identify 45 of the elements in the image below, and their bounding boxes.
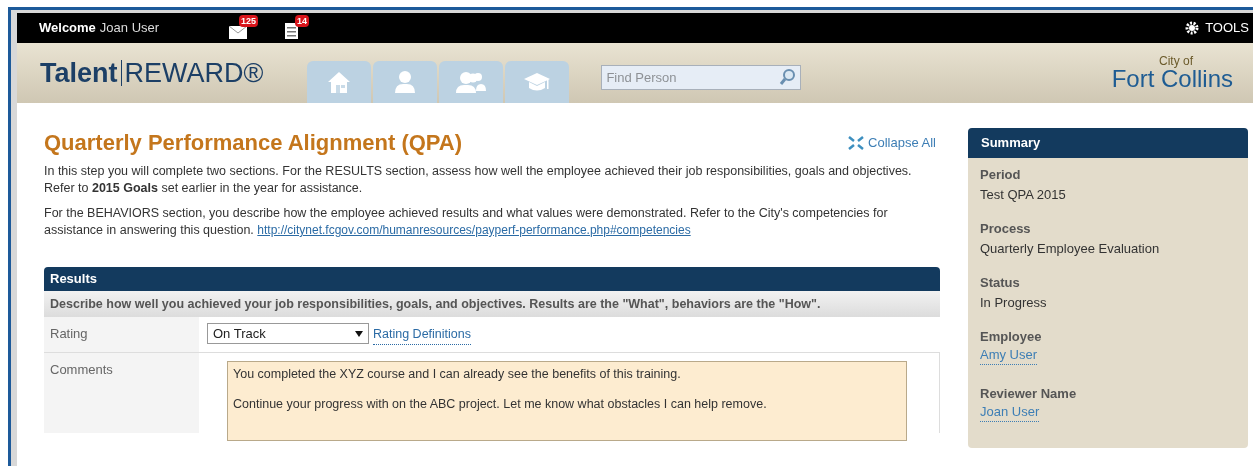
person-icon	[394, 70, 417, 94]
nav-tab[interactable]	[307, 61, 372, 103]
summary-link[interactable]: Amy User	[980, 346, 1038, 365]
gear-icon	[1185, 21, 1200, 35]
brand-logo-light: REWARD®	[124, 56, 264, 90]
count-badge: 14	[295, 15, 310, 27]
summary-header: Summary	[968, 128, 1248, 158]
user-name: Joan User	[99, 19, 160, 38]
nav-tab[interactable]	[505, 61, 570, 103]
clipboard-icon	[285, 22, 299, 39]
comments-textarea[interactable]: You completed the XYZ course and I can already see the benefits of this training. Continue your progress with on the ABC project. Let me know what obstacles I can help remove.	[227, 361, 907, 441]
summary-label: Period	[980, 166, 1021, 184]
search-icon[interactable]	[779, 67, 798, 86]
summary-value: In Progress	[980, 294, 1047, 312]
summary-label: Status	[980, 274, 1020, 292]
brand-logo-bold: Talent	[40, 56, 118, 90]
logo-subtitle: City of	[1159, 55, 1193, 67]
section-description: Describe how well you achieved your job responsibilities, goals, and objectives. Results are the "What", behaviors are the "How".	[44, 291, 940, 317]
group-icon	[456, 70, 487, 94]
rating-dropdown[interactable]: On Track	[207, 323, 369, 344]
collapse-all-link[interactable]: Collapse All	[848, 132, 936, 153]
field-label: Comments	[44, 353, 199, 433]
instruction-paragraph: In this step you will complete two sections. For the RESULTS section, assess how well the employee achieved their job responsibilities, goals and objectives. Refer to 2015 Goals set earlier in the year for assistance.	[44, 163, 913, 197]
page-title: Quarterly Performance Alignment (QPA)	[44, 129, 463, 157]
city-logo: Fort Collins	[1111, 67, 1233, 91]
nav-tab[interactable]	[439, 61, 504, 103]
welcome-text: Welcome	[39, 19, 96, 38]
summary-link[interactable]: Joan User	[980, 403, 1040, 422]
summary-value: Test QPA 2015	[980, 186, 1066, 204]
caret-icon	[355, 330, 363, 337]
summary-value: Quarterly Employee Evaluation	[980, 240, 1160, 258]
field-label: Rating	[44, 317, 199, 352]
search-field[interactable]: Find Person	[601, 64, 802, 90]
instruction-paragraph: For the BEHAVIORS section, you describe how the employee achieved results and what values were demonstrated. Refer to the City's competencies for assistance in answering this question. http://citynet.fcgov.com/humanresources/payperf-performance.php#competencies	[44, 205, 889, 239]
competencies-link[interactable]: http://citynet.fcgov.com/humanresources/payperf-performance.php#competencies	[257, 223, 691, 237]
section-header: Results	[44, 267, 940, 291]
count-badge: 125	[239, 15, 259, 27]
summary-label: Process	[980, 220, 1031, 238]
tools-menu[interactable]: TOOLS	[1205, 18, 1249, 38]
summary-label: Reviewer Name	[980, 385, 1077, 403]
summary-label: Employee	[980, 328, 1042, 346]
collapse-icon	[848, 135, 865, 150]
envelope-icon	[229, 26, 248, 39]
rating-definitions-link[interactable]: Rating Definitions	[373, 325, 471, 345]
nav-tab[interactable]	[373, 61, 438, 103]
